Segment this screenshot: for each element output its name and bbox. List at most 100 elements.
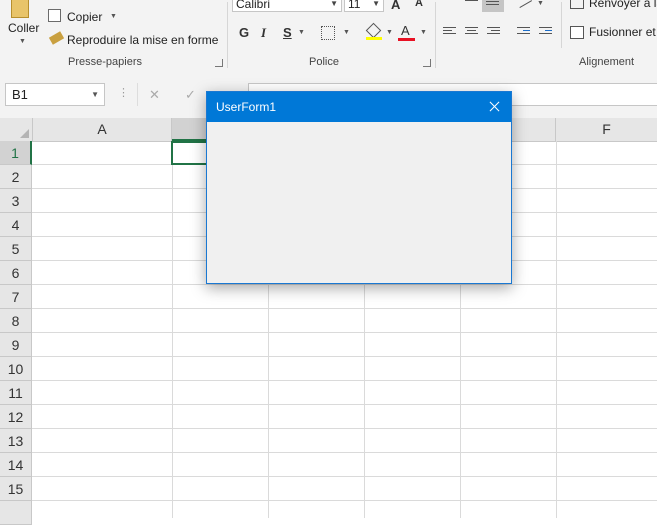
column-gridline xyxy=(172,141,173,518)
middle-align-button[interactable] xyxy=(482,0,504,12)
chevron-down-icon: ▼ xyxy=(330,0,338,8)
font-color-dropdown-icon[interactable]: ▼ xyxy=(420,29,427,36)
align-right-icon[interactable] xyxy=(487,27,500,37)
merge-icon xyxy=(570,26,584,39)
top-align-icon[interactable] xyxy=(465,0,478,7)
column-gridline xyxy=(556,141,557,518)
merge-center-button[interactable]: Fusionner et xyxy=(570,24,657,40)
row-header-3[interactable]: 3 xyxy=(0,189,32,213)
row-gridline xyxy=(32,308,657,309)
font-name-value: Calibri xyxy=(236,0,271,11)
bold-button[interactable]: G xyxy=(239,25,249,40)
row-gridline xyxy=(32,356,657,357)
userform-title-bar[interactable]: UserForm1 xyxy=(207,92,511,122)
borders-dropdown-icon[interactable]: ▼ xyxy=(343,29,350,36)
row-header-12[interactable]: 12 xyxy=(0,405,32,429)
select-all-button[interactable] xyxy=(0,118,33,141)
font-color-bar xyxy=(398,38,415,41)
font-group-label: Police xyxy=(309,56,339,68)
row-header-11[interactable]: 11 xyxy=(0,381,32,405)
row-gridline xyxy=(32,284,657,285)
copy-dropdown-icon[interactable]: ▼ xyxy=(110,13,117,20)
chevron-down-icon: ▼ xyxy=(372,0,380,8)
borders-icon[interactable] xyxy=(321,26,335,40)
row-gridline xyxy=(32,500,657,501)
ribbon: Coller ▼ Copier ▼ Reproduire la mise en … xyxy=(0,0,657,73)
underline-dropdown-icon[interactable]: ▼ xyxy=(298,29,305,36)
row-header-13[interactable]: 13 xyxy=(0,429,32,453)
formula-bar-grip-icon: ⋮ xyxy=(118,87,129,99)
increase-indent-icon[interactable] xyxy=(539,27,552,37)
row-header-14[interactable]: 14 xyxy=(0,453,32,477)
align-left-icon[interactable] xyxy=(443,27,456,37)
wrap-text-icon xyxy=(570,0,584,9)
row-gridline xyxy=(32,428,657,429)
row-header-6[interactable]: 6 xyxy=(0,261,32,285)
ribbon-separator xyxy=(561,2,562,48)
clipboard-group-label: Presse-papiers xyxy=(68,56,142,68)
fill-color-dropdown-icon[interactable]: ▼ xyxy=(386,29,393,36)
copy-icon xyxy=(48,9,61,22)
cancel-icon: ✕ xyxy=(149,87,160,102)
row-header-7[interactable]: 7 xyxy=(0,285,32,309)
paste-button[interactable]: Coller xyxy=(4,0,42,40)
row-gridline xyxy=(32,452,657,453)
ribbon-separator xyxy=(435,2,436,68)
row-header-4[interactable]: 4 xyxy=(0,213,32,237)
row-header-1[interactable]: 1 xyxy=(0,141,32,165)
name-box-value: B1 xyxy=(12,87,28,102)
row-header-2[interactable]: 2 xyxy=(0,165,32,189)
row-header-8[interactable]: 8 xyxy=(0,309,32,333)
orientation-dropdown-icon[interactable]: ▼ xyxy=(537,0,544,7)
row-gridline xyxy=(32,332,657,333)
italic-button[interactable]: I xyxy=(261,25,266,41)
middle-align-icon xyxy=(486,1,499,11)
userform-title: UserForm1 xyxy=(216,100,277,114)
paste-label: Coller xyxy=(8,21,40,35)
shrink-font-button[interactable]: A xyxy=(415,0,423,9)
select-all-icon xyxy=(20,129,29,138)
orientation-icon[interactable] xyxy=(515,0,533,8)
checkmark-icon: ✓ xyxy=(185,87,196,102)
clipboard-dialog-launcher-icon[interactable] xyxy=(215,59,223,67)
row-gridline xyxy=(32,380,657,381)
copy-button[interactable]: Copier ▼ xyxy=(48,8,123,25)
row-gridline xyxy=(32,476,657,477)
cancel-formula-button[interactable]: ✕ xyxy=(137,83,171,106)
wrap-text-button[interactable]: Renvoyer à la xyxy=(570,0,657,12)
font-dialog-launcher-icon[interactable] xyxy=(423,59,431,67)
merge-center-label: Fusionner et xyxy=(589,25,656,39)
row-header-15[interactable]: 15 xyxy=(0,477,32,501)
fill-color-icon[interactable] xyxy=(365,22,382,40)
format-painter-label: Reproduire la mise en forme xyxy=(67,33,219,47)
enter-formula-button[interactable]: ✓ xyxy=(174,83,207,106)
copy-label: Copier xyxy=(67,10,103,24)
userform-window[interactable]: UserForm1 xyxy=(206,91,512,284)
column-header-a[interactable]: A xyxy=(33,118,172,141)
wrap-text-label: Renvoyer à la xyxy=(589,0,657,10)
font-size-combo[interactable]: 11 ▼ xyxy=(344,0,384,12)
clipboard-icon xyxy=(11,0,29,18)
row-header-5[interactable]: 5 xyxy=(0,237,32,261)
grow-font-button[interactable]: A xyxy=(391,0,400,12)
font-size-value: 11 xyxy=(348,0,361,11)
row-gridline xyxy=(32,404,657,405)
row-header-10[interactable]: 10 xyxy=(0,357,32,381)
paintbrush-icon xyxy=(48,31,65,45)
font-color-button[interactable]: A xyxy=(401,23,410,38)
paste-dropdown-icon[interactable]: ▼ xyxy=(19,38,26,45)
row-header-9[interactable]: 9 xyxy=(0,333,32,357)
close-icon[interactable] xyxy=(477,92,511,122)
font-name-combo[interactable]: Calibri ▼ xyxy=(232,0,342,12)
align-center-icon[interactable] xyxy=(465,27,478,37)
decrease-indent-icon[interactable] xyxy=(517,27,530,37)
format-painter-button[interactable]: Reproduire la mise en forme xyxy=(48,31,223,48)
underline-button[interactable]: S xyxy=(283,25,292,40)
ribbon-separator xyxy=(227,2,228,68)
name-box[interactable]: B1 ▼ xyxy=(5,83,105,106)
chevron-down-icon: ▼ xyxy=(91,90,99,99)
userform-body[interactable] xyxy=(207,122,511,283)
row-header-16[interactable] xyxy=(0,501,32,525)
alignment-group-label: Alignement xyxy=(579,56,635,68)
column-header-f[interactable]: F xyxy=(556,118,657,141)
